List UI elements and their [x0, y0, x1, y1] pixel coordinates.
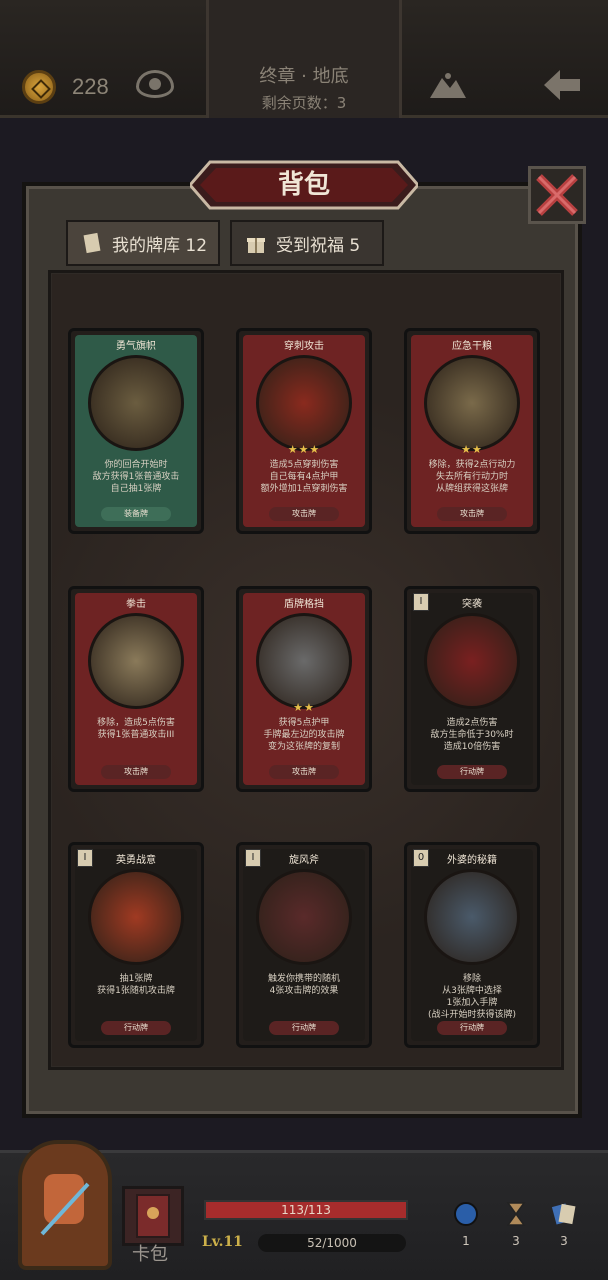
top-bar: 228 终章 · 地底 剩余页数：3 [0, 0, 608, 118]
gold-count: 228 [72, 74, 109, 99]
card-type-badge: 行动牌 [269, 1021, 339, 1035]
card-type-badge: 攻击牌 [269, 507, 339, 521]
card-type-badge: 攻击牌 [101, 765, 171, 779]
card-description: 造成5点穿刺伤害 自己每有4点护甲 额外增加1点穿刺伤害 [260, 460, 348, 494]
card-art [256, 613, 352, 709]
card-description: 抽1张牌 获得1张随机攻击牌 [97, 974, 175, 996]
hero-portrait[interactable] [18, 1140, 112, 1270]
gold-coin-icon [22, 70, 56, 104]
card[interactable]: 穿刺攻击 ★★★ 造成5点穿刺伤害 自己每有4点护甲 额外增加1点穿刺伤害攻击牌 [236, 328, 372, 534]
card-art [88, 869, 184, 965]
hourglass-count: 3 [512, 1234, 520, 1248]
card[interactable]: 应急干粮 ★★ 移除，获得2点行动力 失去所有行动力时 从牌组获得这张牌攻击牌 [404, 328, 540, 534]
card-icon [83, 232, 101, 254]
card[interactable]: 拳击移除，造成5点伤害 获得1张普通攻击III 攻击牌 [68, 586, 204, 792]
deck-button[interactable] [122, 1186, 184, 1246]
hp-text: 113/113 [281, 1203, 331, 1217]
chapter-title: 终章 · 地底 [259, 66, 349, 87]
card[interactable]: 旋风斧 I 触发你携带的随机 4张攻击牌的效果 行动牌 [236, 842, 372, 1048]
card-name: 勇气旗帜 [116, 341, 156, 352]
hero-fist-icon [40, 1174, 90, 1236]
potion-icon [454, 1202, 478, 1226]
card-art [88, 355, 184, 451]
pages-left: 剩余页数：3 [261, 94, 347, 112]
hourglass-icon [506, 1202, 526, 1226]
card-stars: ★★ [461, 443, 483, 456]
tab-my-deck-label: 我的牌库 12 [112, 235, 208, 256]
cards-count: 3 [560, 1234, 568, 1248]
card-art [256, 869, 352, 965]
chapter-panel: 终章 · 地底 剩余页数：3 [206, 0, 402, 118]
card-cost-badge: I [77, 849, 93, 867]
card-cost-badge: I [413, 593, 429, 611]
card-description: 移除 从3张牌中选择 1张加入手牌 (战斗开始时获得该牌) [427, 974, 517, 1020]
card-type-badge: 装备牌 [101, 507, 171, 521]
card[interactable]: 英勇战意 I 抽1张牌 获得1张随机攻击牌 行动牌 [68, 842, 204, 1048]
card-description: 移除，获得2点行动力 失去所有行动力时 从牌组获得这张牌 [428, 460, 516, 494]
close-button[interactable] [528, 166, 586, 224]
card-art [424, 613, 520, 709]
card[interactable]: 突袭 I 造成2点伤害 敌方生命低于30%时 造成10倍伤害 行动牌 [404, 586, 540, 792]
tab-blessings-label: 受到祝福 5 [276, 235, 361, 256]
card-type-badge: 攻击牌 [437, 507, 507, 521]
tab-blessings[interactable]: 受到祝福 5 [230, 220, 384, 266]
card[interactable]: 盾牌格挡 ★★ 获得5点护甲 手牌最左边的攻击牌 变为这张牌的复制攻击牌 [236, 586, 372, 792]
card-cost-badge: I [245, 849, 261, 867]
card-description: 获得5点护甲 手牌最左边的攻击牌 变为这张牌的复制 [263, 718, 345, 752]
card-name: 穿刺攻击 [284, 341, 324, 352]
card-name: 拳击 [126, 599, 146, 610]
card-stars: ★★★ [287, 443, 321, 456]
card-pack-icon [136, 1194, 170, 1238]
card-name: 应急干粮 [452, 341, 492, 352]
card-type-badge: 行动牌 [437, 1021, 507, 1035]
back-arrow-icon[interactable] [540, 66, 584, 104]
exp-bar: 52/1000 [258, 1234, 406, 1252]
card-stars: ★★ [293, 701, 315, 714]
card-description: 触发你携带的随机 4张攻击牌的效果 [267, 974, 340, 996]
card-art [88, 613, 184, 709]
card-name: 盾牌格挡 [284, 599, 324, 610]
card-cost-badge: 0 [413, 849, 429, 867]
bag-title: 背包 [277, 170, 330, 200]
hp-bar: 113/113 [204, 1200, 408, 1220]
cards-icon [551, 1203, 576, 1225]
card-description: 移除，造成5点伤害 获得1张普通攻击III [97, 718, 175, 740]
card[interactable]: 勇气旗帜你的回合开始时 敌方获得1张普通攻击 自己抽1张牌装备牌 [68, 328, 204, 534]
card-type-badge: 行动牌 [437, 765, 507, 779]
card-art [424, 869, 520, 965]
gift-icon [247, 238, 265, 253]
card-description: 造成2点伤害 敌方生命低于30%时 造成10倍伤害 [430, 718, 514, 752]
eye-icon[interactable] [136, 70, 174, 98]
potion-count: 1 [462, 1234, 470, 1248]
card-type-badge: 行动牌 [101, 1021, 171, 1035]
tab-my-deck[interactable]: 我的牌库 12 [66, 220, 220, 266]
level-label: Lv.11 [202, 1234, 243, 1250]
card-type-badge: 攻击牌 [269, 765, 339, 779]
exp-text: 52/1000 [307, 1236, 357, 1250]
card-art [256, 355, 352, 451]
bag-title-banner: 背包 [188, 160, 420, 210]
card[interactable]: 外婆的秘籍 0 移除 从3张牌中选择 1张加入手牌 (战斗开始时获得该牌) 行动牌 [404, 842, 540, 1048]
close-icon [536, 174, 578, 216]
card-art [424, 355, 520, 451]
card-description: 你的回合开始时 敌方获得1张普通攻击 自己抽1张牌 [92, 460, 180, 494]
deck-label: 卡包 [132, 1244, 168, 1265]
map-icon[interactable] [428, 70, 468, 100]
